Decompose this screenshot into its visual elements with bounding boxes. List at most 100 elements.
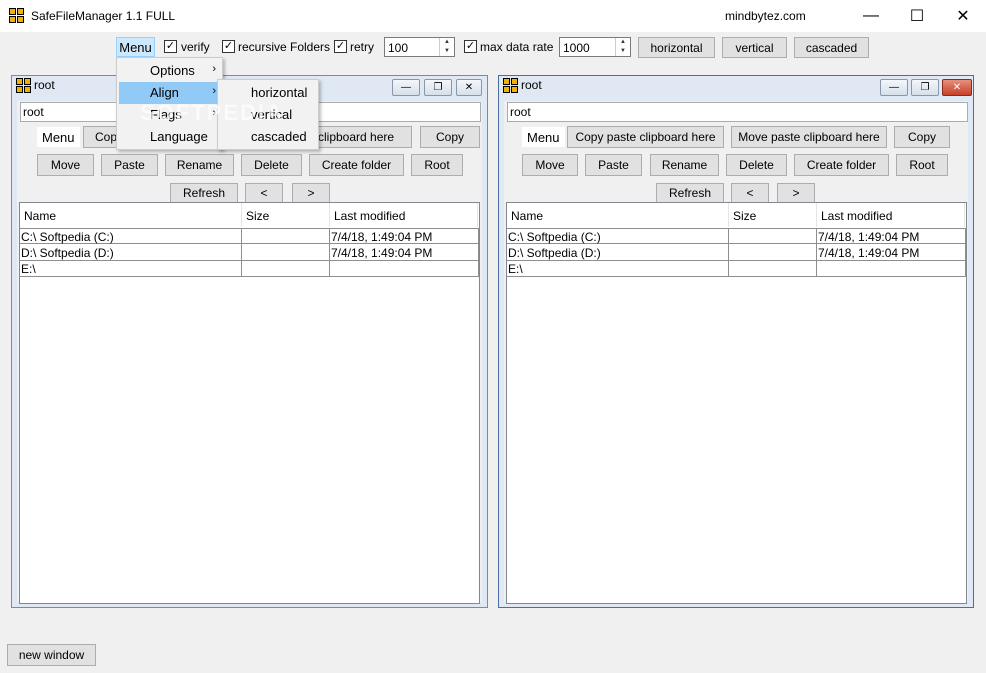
- panel-body: root Menu Copy paste clipboard here Move…: [504, 101, 968, 604]
- max-data-rate-spinner[interactable]: 1000 ▲ ▼: [559, 37, 631, 57]
- bottom-bar: new window: [1, 638, 985, 672]
- rename-button[interactable]: Rename: [650, 154, 719, 176]
- move-paste-clipboard-button[interactable]: clipboard here: [311, 126, 412, 148]
- max-data-rate-value: 1000: [563, 41, 590, 55]
- retry-spinner[interactable]: 100 ▲ ▼: [384, 37, 455, 57]
- panel-title: root: [34, 78, 55, 92]
- menu-item-options[interactable]: Options ›: [119, 60, 220, 82]
- cell-name: D:\ Softpedia (D:): [20, 245, 242, 261]
- panel-menu-button[interactable]: Menu: [522, 127, 565, 147]
- create-folder-button[interactable]: Create folder: [794, 154, 889, 176]
- minimize-icon[interactable]: —: [848, 0, 894, 32]
- submenu-item-cascaded[interactable]: cascaded: [220, 126, 316, 148]
- recursive-folders-checkbox[interactable]: ✓: [222, 40, 235, 53]
- spin-down-icon[interactable]: ▼: [439, 47, 454, 56]
- forward-button[interactable]: >: [292, 183, 330, 203]
- cell-name: C:\ Softpedia (C:): [507, 229, 729, 245]
- move-button[interactable]: Move: [522, 154, 578, 176]
- window-title: SafeFileManager 1.1 FULL: [31, 9, 176, 23]
- cell-name: E:\: [507, 261, 729, 277]
- table-row[interactable]: D:\ Softpedia (D:) 7/4/18, 1:49:04 PM: [20, 245, 479, 261]
- column-header-last-modified[interactable]: Last modified: [330, 203, 478, 227]
- retry-value: 100: [388, 41, 409, 55]
- close-icon[interactable]: ✕: [940, 0, 986, 32]
- cell-last-modified: 7/4/18, 1:49:04 PM: [817, 245, 966, 261]
- move-button[interactable]: Move: [37, 154, 94, 176]
- back-button[interactable]: <: [731, 183, 769, 203]
- spin-up-icon[interactable]: ▲: [439, 38, 454, 47]
- table-row[interactable]: D:\ Softpedia (D:) 7/4/18, 1:49:04 PM: [507, 245, 966, 261]
- align-cascaded-button[interactable]: cascaded: [794, 37, 869, 58]
- forward-button[interactable]: >: [777, 183, 815, 203]
- panel-restore-icon[interactable]: ❐: [911, 79, 939, 96]
- cell-last-modified: 7/4/18, 1:49:04 PM: [817, 229, 966, 245]
- retry-label: retry: [350, 40, 374, 54]
- paste-button[interactable]: Paste: [585, 154, 642, 176]
- move-paste-clipboard-button[interactable]: Move paste clipboard here: [731, 126, 887, 148]
- chevron-right-icon: ›: [212, 63, 216, 75]
- recursive-folders-label: recursive Folders: [238, 40, 331, 54]
- cell-last-modified: [330, 261, 479, 277]
- menu-item-language[interactable]: Language: [119, 126, 220, 148]
- cell-name: D:\ Softpedia (D:): [507, 245, 729, 261]
- cell-last-modified: 7/4/18, 1:49:04 PM: [330, 229, 479, 245]
- max-data-rate-checkbox[interactable]: ✓: [464, 40, 477, 53]
- cell-name: C:\ Softpedia (C:): [20, 229, 242, 245]
- column-header-size[interactable]: Size: [729, 203, 817, 227]
- cell-last-modified: 7/4/18, 1:49:04 PM: [330, 245, 479, 261]
- maximize-icon[interactable]: ☐: [894, 0, 940, 32]
- root-button[interactable]: Root: [411, 154, 463, 176]
- chevron-right-icon: ›: [212, 85, 216, 97]
- align-horizontal-button[interactable]: horizontal: [638, 37, 715, 58]
- table-row[interactable]: E:\: [20, 261, 479, 277]
- table-row[interactable]: C:\ Softpedia (C:) 7/4/18, 1:49:04 PM: [20, 228, 479, 245]
- table-row[interactable]: E:\: [507, 261, 966, 277]
- panel-minimize-icon[interactable]: —: [880, 79, 908, 96]
- panel-minimize-icon[interactable]: —: [392, 79, 420, 96]
- main-menu-button[interactable]: Menu: [116, 37, 155, 57]
- cell-size: [729, 261, 817, 277]
- menu-item-label: Options: [150, 63, 195, 78]
- column-header-last-modified[interactable]: Last modified: [817, 203, 965, 227]
- path-field[interactable]: root: [507, 102, 968, 122]
- panel-app-icon: [16, 78, 32, 94]
- spin-down-icon[interactable]: ▼: [615, 47, 630, 56]
- file-list[interactable]: Name Size Last modified C:\ Softpedia (C…: [506, 202, 967, 604]
- create-folder-button[interactable]: Create folder: [309, 154, 404, 176]
- website-label: mindbytez.com: [725, 9, 806, 23]
- copy-button[interactable]: Copy: [894, 126, 950, 148]
- refresh-button[interactable]: Refresh: [656, 183, 724, 203]
- paste-button[interactable]: Paste: [101, 154, 158, 176]
- retry-checkbox[interactable]: ✓: [334, 40, 347, 53]
- right-file-panel: root — ❐ ✕ root Menu Copy paste clipboar…: [498, 75, 974, 608]
- align-vertical-button[interactable]: vertical: [722, 37, 787, 58]
- delete-button[interactable]: Delete: [241, 154, 302, 176]
- back-button[interactable]: <: [245, 183, 283, 203]
- delete-button[interactable]: Delete: [726, 154, 787, 176]
- cell-name: E:\: [20, 261, 242, 277]
- cell-last-modified: [817, 261, 966, 277]
- panel-close-icon[interactable]: ✕: [456, 79, 482, 96]
- refresh-button[interactable]: Refresh: [170, 183, 238, 203]
- rename-button[interactable]: Rename: [165, 154, 234, 176]
- column-header-size[interactable]: Size: [242, 203, 330, 227]
- root-button[interactable]: Root: [896, 154, 948, 176]
- copy-button[interactable]: Copy: [420, 126, 480, 148]
- panel-close-icon[interactable]: ✕: [942, 79, 972, 96]
- max-data-rate-label: max data rate: [480, 40, 554, 54]
- panel-restore-icon[interactable]: ❐: [424, 79, 452, 96]
- cell-size: [242, 245, 330, 261]
- new-window-button[interactable]: new window: [7, 644, 96, 666]
- copy-paste-clipboard-button[interactable]: Copy paste clipboard here: [567, 126, 724, 148]
- column-header-name[interactable]: Name: [20, 203, 242, 227]
- column-header-name[interactable]: Name: [507, 203, 729, 227]
- cell-size: [729, 245, 817, 261]
- left-file-panel: root — ❐ ✕ root Menu Copy clipboard here…: [11, 75, 488, 608]
- panel-app-icon: [503, 78, 519, 94]
- spin-up-icon[interactable]: ▲: [615, 38, 630, 47]
- table-row[interactable]: C:\ Softpedia (C:) 7/4/18, 1:49:04 PM: [507, 228, 966, 245]
- verify-checkbox[interactable]: ✓: [164, 40, 177, 53]
- file-list[interactable]: Name Size Last modified C:\ Softpedia (C…: [19, 202, 480, 604]
- panel-menu-button[interactable]: Menu: [37, 127, 80, 147]
- cell-size: [242, 261, 330, 277]
